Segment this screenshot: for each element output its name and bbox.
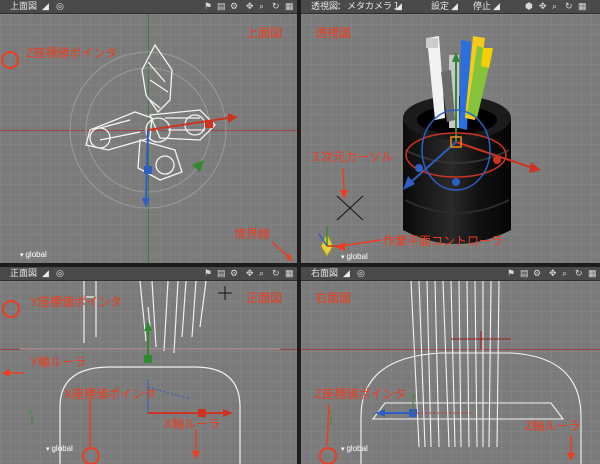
top-view-pane[interactable]: 上面図 ◢ ◎ ⚑ ▤ ⚙ ✥ ⌕ ↻ ▦ 上面図 Z座標値ポインタ 境界線 ▾… (0, 0, 297, 263)
perspective-view-label: 透視図 (315, 26, 352, 40)
top-view-global-menu[interactable]: global (20, 250, 46, 259)
perspective-view-pane[interactable]: 透視図 ： メタカメラ１ ◢ 設定 ◢ 停止 ◢ ⬢ ✥ ⌕ ↻ ▦ 透視図 ３… (301, 0, 600, 263)
front-view-global-menu[interactable]: global (46, 444, 72, 453)
x-pointer-marker[interactable] (82, 447, 100, 464)
z-ruler-arrow-icon (326, 404, 575, 461)
perspective-global-menu[interactable]: global (341, 252, 367, 261)
boundary-arrow-icon (271, 241, 292, 262)
right-view-pane[interactable]: 右面図 ◢ ◎ ⚑ ▤ ⚙ ✥ ⌕ ↻ ▦ Y 右面図 Z座標値ポインタ Z軸ル… (301, 267, 600, 464)
y-ruler-arrow-icon (2, 369, 200, 459)
3d-cursor-callout: ３次元カーソル (309, 150, 394, 164)
x-ruler-callout: X軸ルーラ (164, 417, 221, 431)
work-plane-callout: 作業平面コントローラ (383, 234, 504, 248)
x-pointer-callout: X座標値ポインタ (64, 387, 157, 401)
front-view-pane[interactable]: 正面図 ◢ ◎ ⚑ ▤ ⚙ ✥ ⌕ ↻ ▦ Y 正面図 Y座標値ポインタ Y軸ル… (0, 267, 297, 464)
right-view-global-menu[interactable]: global (341, 444, 367, 453)
